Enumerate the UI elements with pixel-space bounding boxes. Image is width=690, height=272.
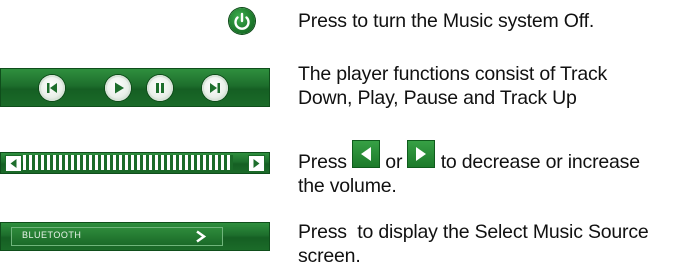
play-icon [115, 82, 124, 94]
player-controls-panel [0, 68, 270, 107]
player-description-line2: Down, Play, Pause and Track Up [298, 87, 577, 109]
pause-button[interactable] [147, 75, 173, 101]
volume-down-sample-icon [352, 140, 381, 168]
volume-description-line2: the volume. [298, 175, 397, 197]
track-down-button[interactable] [39, 75, 65, 101]
volume-description-line1: Press or to decrease or increase [298, 140, 640, 174]
player-row: The player functions consist of Track Do… [0, 60, 690, 120]
player-description: The player functions consist of Track Do… [298, 62, 607, 110]
volume-to-text: to decrease or increase [440, 151, 640, 173]
power-description: Press to turn the Music system Off. [298, 10, 595, 32]
source-description-line1: Press to display the Select Music Source [298, 221, 649, 243]
volume-row: Press or to decrease or increase the vol… [0, 138, 690, 198]
power-row: Press to turn the Music system Off. [0, 0, 690, 40]
track-down-icon [47, 83, 57, 93]
source-row: BLUETOOTH Press to display the Select Mu… [0, 210, 690, 272]
volume-level-ticks [23, 155, 233, 170]
volume-up-sample-icon [407, 140, 436, 168]
music-source-panel: BLUETOOTH [0, 222, 270, 251]
volume-down-button[interactable] [5, 155, 22, 172]
left-arrow-icon [361, 147, 372, 161]
volume-down-arrow-icon [10, 159, 17, 168]
track-up-button[interactable] [202, 75, 228, 101]
power-icon [234, 12, 250, 30]
volume-description: Press or to decrease or increase the vol… [298, 140, 640, 198]
chevron-right-icon [196, 230, 207, 243]
volume-press-text: Press [298, 151, 347, 173]
volume-or-text: or [385, 151, 403, 173]
volume-slider[interactable] [0, 152, 270, 174]
play-button[interactable] [105, 75, 131, 101]
track-up-icon [210, 83, 220, 93]
volume-up-arrow-icon [253, 159, 260, 168]
bluetooth-source-button[interactable]: BLUETOOTH [11, 227, 223, 246]
source-description: Press to display the Select Music Source… [298, 220, 649, 268]
source-description-line2: screen. [298, 245, 361, 267]
right-arrow-icon [416, 147, 427, 161]
volume-up-button[interactable] [248, 155, 265, 172]
pause-icon [156, 83, 164, 93]
power-button[interactable] [229, 8, 255, 34]
bluetooth-label: BLUETOOTH [22, 230, 82, 240]
player-description-line1: The player functions consist of Track [298, 63, 608, 85]
